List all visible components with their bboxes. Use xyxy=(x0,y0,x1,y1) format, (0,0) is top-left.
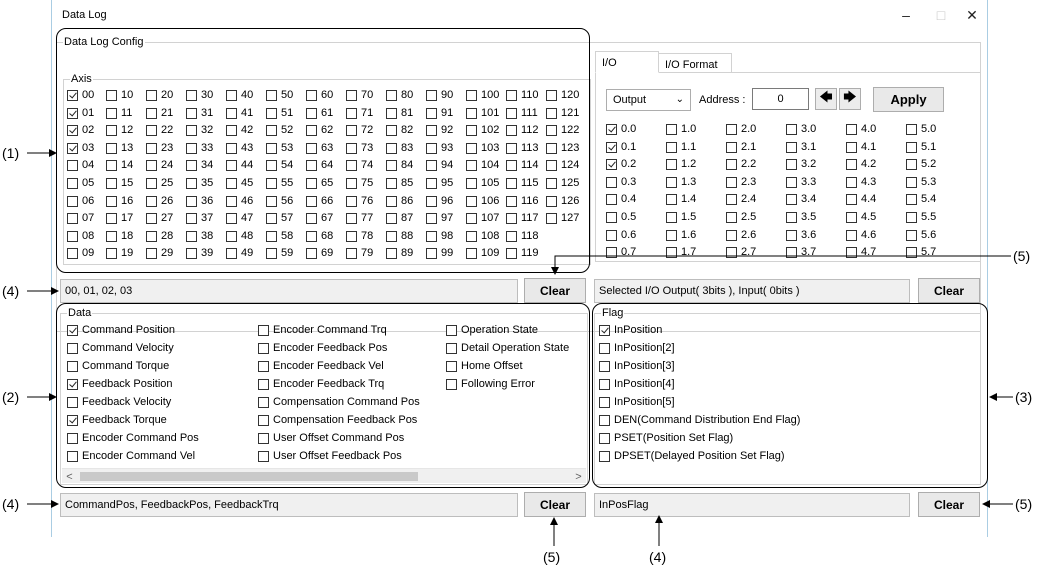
callout-arrows xyxy=(27,149,1013,546)
arrow-5a xyxy=(551,255,1011,275)
tab-io[interactable]: I/O xyxy=(595,51,659,73)
